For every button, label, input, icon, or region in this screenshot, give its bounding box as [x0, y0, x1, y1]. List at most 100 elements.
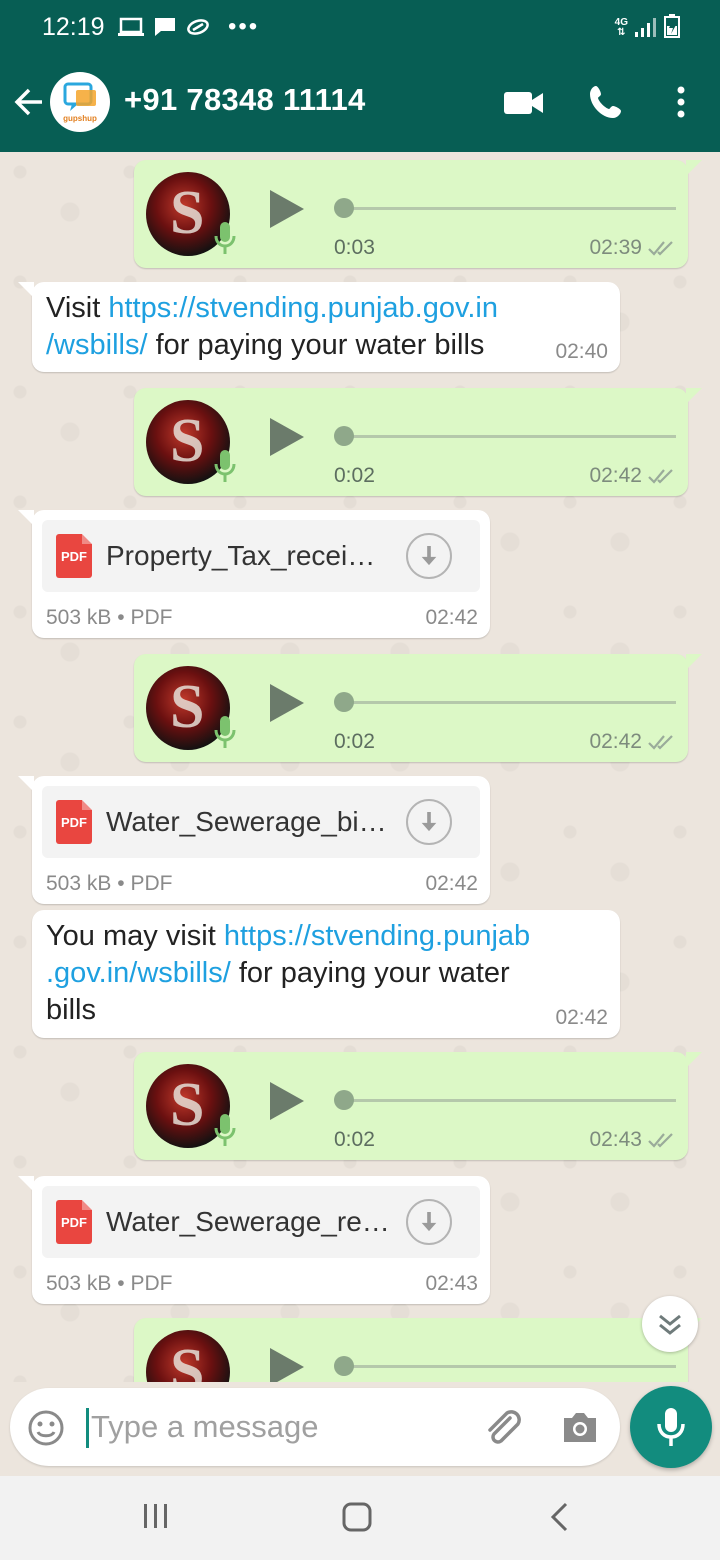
message-composer: Type a message [10, 1388, 620, 1466]
voice-duration: 0:03 [334, 236, 375, 259]
bubble-tail [18, 776, 34, 792]
meta-separator: • [117, 872, 125, 895]
play-icon[interactable] [270, 684, 304, 722]
mic-icon [657, 1408, 685, 1446]
contact-name[interactable]: +91 78348 11114 [124, 82, 366, 118]
document-size: 503 kB [46, 872, 112, 895]
voice-progress-track[interactable] [344, 701, 676, 704]
bubble-tail [18, 510, 34, 526]
voice-progress-track[interactable] [344, 1099, 676, 1102]
voice-message[interactable]: S 0:02 02:43 [134, 1052, 702, 1160]
play-icon[interactable] [270, 1348, 304, 1382]
video-call-icon[interactable] [504, 90, 544, 116]
message-text: Visit https://stvending.punjab.gov.in/ws… [46, 290, 498, 364]
document-size: 503 kB [46, 606, 112, 629]
meta-separator: • [117, 1272, 125, 1295]
bubble-tail [686, 388, 702, 404]
more-vert-icon[interactable] [676, 86, 686, 118]
chat-area[interactable]: S 0:03 02:39 Visit https://stvending.pun… [0, 152, 720, 1382]
document-size: 503 kB [46, 1272, 112, 1295]
status-system-icons: 4G ⇅ [615, 14, 680, 38]
message-link-cont[interactable]: .gov.in/wsbills/ [46, 957, 231, 989]
double-check-icon [648, 1133, 673, 1149]
message-prefix: You may visit [46, 920, 224, 952]
voice-progress-track[interactable] [344, 1365, 676, 1368]
laptop-icon [118, 17, 144, 36]
document-preview[interactable]: PDF Property_Tax_recei… [42, 520, 480, 592]
home-icon[interactable] [340, 1500, 374, 1534]
text-message[interactable]: You may visit https://stvending.punjab .g… [32, 910, 620, 1038]
emoji-icon[interactable] [26, 1408, 66, 1448]
bubble-tail [686, 1052, 702, 1068]
chat-bubble-logo-icon [63, 82, 96, 111]
voice-progress-handle[interactable] [334, 198, 354, 218]
voice-message[interactable]: S 0:02 02:42 [134, 654, 702, 762]
voice-progress-track[interactable] [344, 435, 676, 438]
signal-icon [635, 18, 656, 37]
system-navigation-bar [0, 1476, 720, 1560]
voice-progress-handle[interactable] [334, 1356, 354, 1376]
voice-message[interactable]: S 0:02 02:42 [134, 388, 702, 496]
bubble-tail [686, 654, 702, 670]
download-icon[interactable] [406, 1199, 452, 1245]
message-time: 02:40 [555, 340, 608, 363]
voice-progress-handle[interactable] [334, 426, 354, 446]
message-time: 02:42 [589, 464, 642, 487]
camera-icon[interactable] [560, 1408, 600, 1446]
document-message[interactable]: PDF Water_Sewerage_bi… 503 kB • PDF 02:4… [18, 776, 490, 904]
double-check-icon [648, 735, 673, 751]
bubble-tail [18, 1176, 34, 1192]
document-preview[interactable]: PDF Water_Sewerage_bi… [42, 786, 480, 858]
document-filename: Water_Sewerage_re… [106, 1206, 390, 1237]
document-message[interactable]: PDF Property_Tax_recei… 503 kB • PDF 02:… [18, 510, 490, 638]
document-filename: Water_Sewerage_bi… [106, 806, 387, 837]
message-time: 02:42 [555, 1006, 608, 1029]
bubble-tail [686, 160, 702, 176]
document-meta: 503 kB • PDF [46, 606, 172, 630]
mic-icon [214, 716, 236, 748]
play-icon[interactable] [270, 418, 304, 456]
voice-duration: 0:02 [334, 730, 375, 753]
back-arrow-icon[interactable] [12, 84, 46, 120]
download-icon[interactable] [406, 799, 452, 845]
message-link[interactable]: https://stvending.punjab.gov.in [108, 292, 498, 324]
text-message[interactable]: Visit https://stvending.punjab.gov.in/ws… [18, 282, 620, 372]
scroll-to-bottom-button[interactable] [642, 1296, 698, 1352]
attach-icon[interactable] [480, 1406, 524, 1450]
document-type: PDF [130, 606, 173, 629]
status-time: 12:19 [42, 13, 105, 41]
document-message[interactable]: PDF Water_Sewerage_re… 503 kB • PDF 02:4… [18, 1176, 490, 1304]
mic-icon [214, 222, 236, 254]
message-link-cont[interactable]: /wsbills/ [46, 329, 148, 361]
voice-progress-handle[interactable] [334, 692, 354, 712]
status-overflow: ••• [228, 13, 260, 40]
download-icon[interactable] [406, 533, 452, 579]
voice-message[interactable]: S 0:03 02:39 [134, 160, 702, 268]
voice-message[interactable]: S [134, 1318, 702, 1382]
chat-header: gupshup +91 78348 11114 [0, 54, 720, 152]
document-filename: Property_Tax_recei… [106, 540, 376, 571]
message-icon [155, 18, 175, 36]
message-time: 02:42 [589, 730, 642, 753]
battery-icon [664, 14, 680, 38]
play-icon[interactable] [270, 1082, 304, 1120]
document-preview[interactable]: PDF Water_Sewerage_re… [42, 1186, 480, 1258]
sender-avatar: S [146, 1330, 230, 1382]
recent-apps-icon[interactable] [140, 1500, 172, 1532]
back-icon[interactable] [546, 1500, 574, 1534]
record-voice-button[interactable] [630, 1386, 712, 1468]
bubble-tail [18, 282, 34, 298]
play-icon[interactable] [270, 190, 304, 228]
voice-progress-handle[interactable] [334, 1090, 354, 1110]
avatar[interactable]: gupshup [50, 72, 110, 132]
voice-progress-track[interactable] [344, 207, 676, 210]
phone-icon[interactable] [588, 84, 624, 120]
pdf-file-icon: PDF [56, 534, 92, 578]
document-meta: 503 kB • PDF [46, 1272, 172, 1296]
document-type: PDF [130, 1272, 173, 1295]
message-input[interactable]: Type a message [86, 1408, 318, 1448]
mic-icon [214, 1114, 236, 1146]
double-check-icon [648, 241, 673, 257]
message-link[interactable]: https://stvending.punjab [224, 920, 530, 952]
pdf-file-icon: PDF [56, 800, 92, 844]
